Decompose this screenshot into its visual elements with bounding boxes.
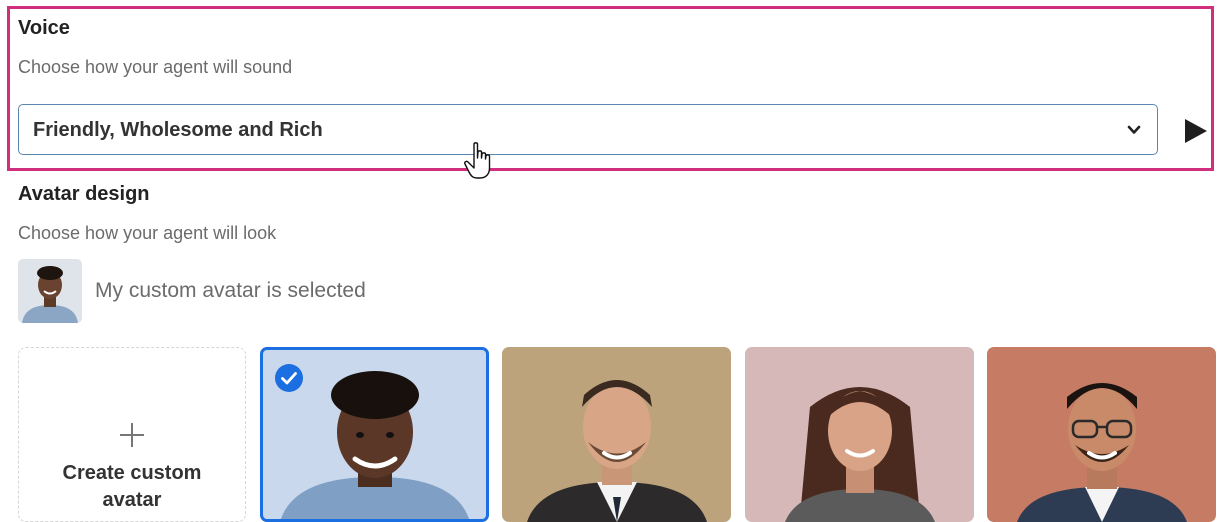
avatar-card-1[interactable] [260, 347, 489, 522]
avatar-image-2 [527, 380, 707, 522]
create-custom-avatar-label: Create custom avatar [62, 462, 202, 511]
voice-select-value: Friendly, Wholesome and Rich [33, 119, 323, 141]
hand-pointer-icon [464, 142, 491, 179]
avatar-card-3[interactable] [745, 347, 974, 522]
selected-check-icon [275, 364, 303, 392]
voice-title: Voice [18, 17, 70, 39]
avatar-card-4[interactable] [987, 347, 1216, 522]
avatar-title: Avatar design [18, 183, 150, 205]
avatar-image-4 [1017, 383, 1187, 522]
custom-avatar-status: My custom avatar is selected [95, 279, 366, 302]
avatar-card-2[interactable] [502, 347, 731, 522]
chevron-down-icon [1127, 125, 1141, 134]
selected-avatar-thumbnail [18, 259, 82, 323]
avatar-subtitle: Choose how your agent will look [18, 223, 277, 243]
voice-subtitle: Choose how your agent will sound [18, 57, 293, 77]
voice-select[interactable]: Friendly, Wholesome and Rich [18, 104, 1158, 155]
plus-icon [120, 423, 144, 447]
avatar-image-3 [785, 387, 935, 522]
play-icon[interactable] [1183, 117, 1209, 145]
